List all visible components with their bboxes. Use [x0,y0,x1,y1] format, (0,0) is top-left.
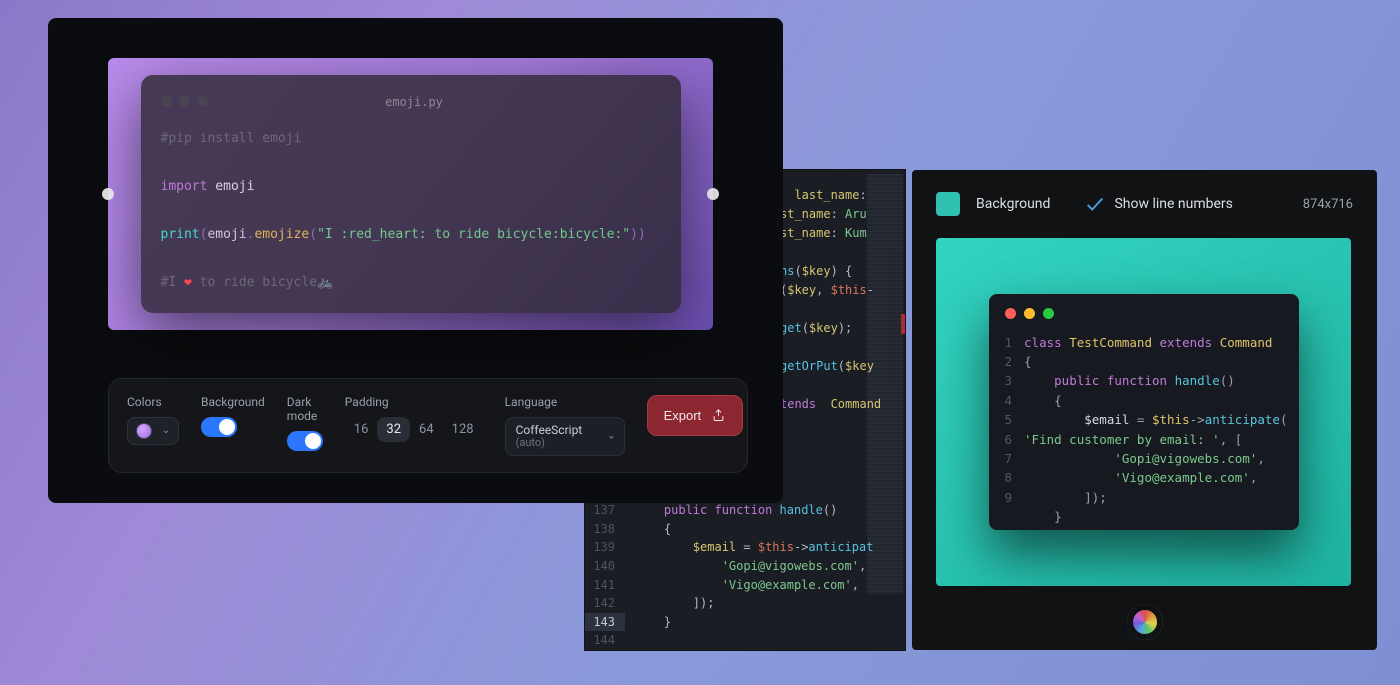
background-label: Background [201,395,265,409]
darkmode-toggle[interactable] [287,431,323,451]
language-label: Language [505,395,625,409]
traffic-lights [161,96,208,107]
background-toggle[interactable] [201,417,237,437]
code-card: 123456789 class TestCommand extends Comm… [989,294,1299,531]
dimensions-label: 874x716 [1303,197,1353,212]
code-image-export-app-alt: Background Show line numbers 874x716 123… [912,170,1377,650]
padding-option[interactable]: 16 [345,417,378,442]
color-picker[interactable]: ⌄ [127,417,179,445]
darkmode-label: Dark mode [287,395,323,423]
export-canvas[interactable]: emoji.py #pip install emoji import emoji… [108,58,713,330]
editor-lower-code: { public function handle() { $email = $t… [625,483,905,650]
editor-top-lines: last_name:st_name: Arust_name: Kum ns($k… [780,186,865,413]
chevron-down-icon: ⌄ [607,431,615,442]
color-wheel-icon[interactable] [1127,604,1163,640]
padding-label: Padding [345,395,483,409]
share-icon [711,408,726,423]
traffic-light [197,96,208,107]
filename-label[interactable]: emoji.py [385,91,443,113]
traffic-light [161,96,172,107]
background-color-picker[interactable] [936,192,960,216]
chevron-down-icon: ⌄ [162,425,170,436]
color-swatch [136,423,152,439]
code-lines: class TestCommand extends Command{ publi… [1024,333,1287,527]
editor-lower: 136137138139140141142143144 { public fun… [585,483,905,650]
code-block[interactable]: 123456789 class TestCommand extends Comm… [1005,333,1283,527]
export-toolbar: Colors ⌄ Background Dark mode Padding 16… [108,378,748,473]
export-button[interactable]: Export [647,395,744,436]
line-numbers: 123456789 [1005,333,1013,527]
traffic-light-max [1043,308,1054,319]
traffic-lights [1005,308,1283,319]
code-image-export-app: emoji.py #pip install emoji import emoji… [48,18,783,503]
padding-segmented[interactable]: 163264128 [345,417,483,442]
padding-option[interactable]: 64 [410,417,443,442]
resize-handle-left[interactable] [102,188,114,200]
colors-label: Colors [127,395,179,409]
heart-icon: ❤ [184,275,192,290]
language-select[interactable]: CoffeeScript (auto) ⌄ [505,417,625,456]
export-canvas[interactable]: 123456789 class TestCommand extends Comm… [936,238,1351,586]
padding-option[interactable]: 128 [443,417,483,442]
background-label: Background [976,196,1050,212]
show-line-numbers-checkbox[interactable]: Show line numbers [1084,193,1232,215]
bicycle-icon: 🚲 [317,275,333,290]
export-toolbar: Background Show line numbers 874x716 [936,192,1353,216]
traffic-light-min [1024,308,1035,319]
resize-handle-right[interactable] [707,188,719,200]
code-block[interactable]: #pip install emoji import emoji print(em… [161,127,661,295]
padding-option[interactable]: 32 [377,417,410,442]
check-icon [1084,193,1106,215]
gutter: 136137138139140141142143144 [585,483,625,650]
traffic-light [179,96,190,107]
traffic-light-close [1005,308,1016,319]
code-card: emoji.py #pip install emoji import emoji… [141,75,681,314]
